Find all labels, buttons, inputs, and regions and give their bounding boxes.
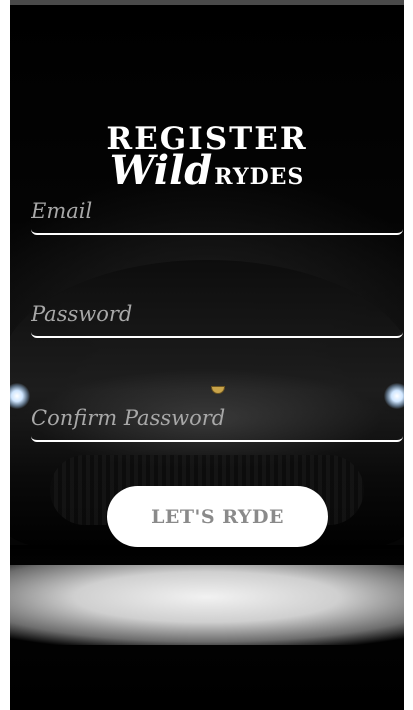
confirm-password-input[interactable] — [31, 402, 403, 442]
password-input[interactable] — [31, 298, 403, 338]
register-logo: REGISTER WildRYDES — [10, 123, 404, 191]
floor-light — [10, 565, 404, 645]
logo-wild: Wild — [109, 147, 213, 194]
logo-rydes: RYDES — [214, 164, 305, 190]
lets-ryde-button[interactable]: LET'S RYDE — [107, 486, 328, 547]
email-input[interactable] — [31, 195, 403, 235]
logo-wordmark: WildRYDES — [110, 151, 305, 191]
background-car-image — [10, 5, 404, 710]
app-screen: REGISTER WildRYDES LET'S RYDE — [10, 0, 404, 710]
